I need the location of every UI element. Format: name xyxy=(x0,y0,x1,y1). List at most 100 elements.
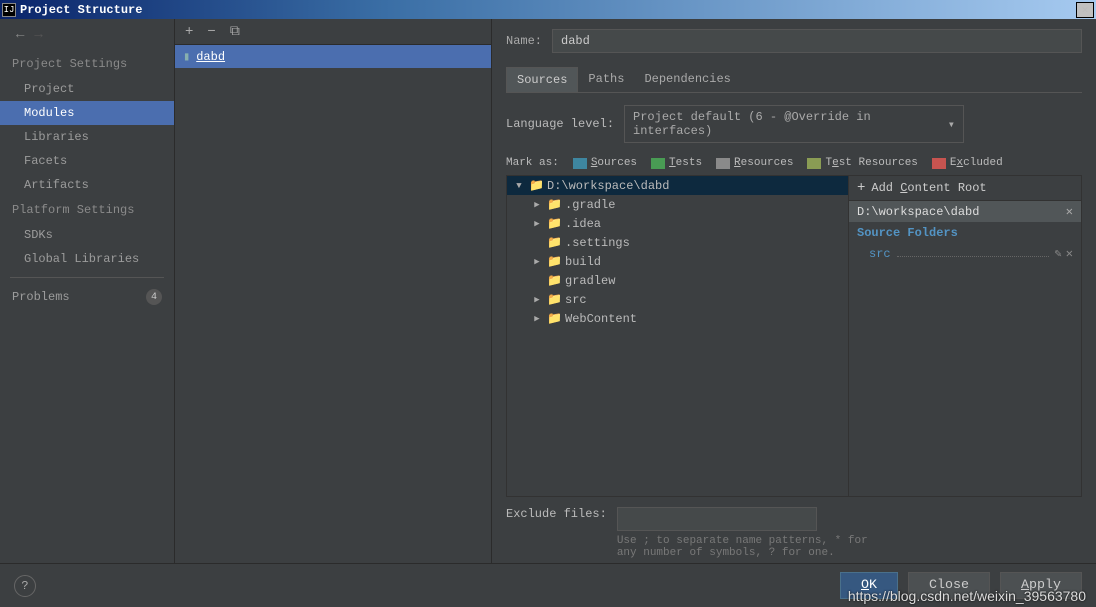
remove-icon[interactable]: − xyxy=(207,24,215,40)
apply-button[interactable]: Apply xyxy=(1000,572,1082,599)
expand-icon[interactable]: ▶ xyxy=(531,295,543,305)
tree-item-label: .settings xyxy=(565,236,630,250)
swatch-icon xyxy=(716,158,730,169)
separator xyxy=(10,277,164,278)
tree-item[interactable]: ▶📁.idea xyxy=(507,214,848,233)
sidebar-item-sdks[interactable]: SDKs xyxy=(0,223,174,247)
language-level-select[interactable]: Project default (6 - @Override in interf… xyxy=(624,105,964,143)
swatch-icon xyxy=(573,158,587,169)
exclude-files-input[interactable] xyxy=(617,507,817,531)
sidebar-item-facets[interactable]: Facets xyxy=(0,149,174,173)
tree-item[interactable]: 📁 gradlew xyxy=(507,271,848,290)
expand-icon[interactable]: ▶ xyxy=(531,257,543,267)
exclude-files-row: Exclude files: Use ; to separate name pa… xyxy=(506,507,1082,559)
exclude-files-label: Exclude files: xyxy=(506,507,607,521)
tree-item[interactable]: 📁 .settings xyxy=(507,233,848,252)
remove-icon[interactable]: ✕ xyxy=(1066,246,1073,261)
mark-test-resources[interactable]: Test Resources xyxy=(807,157,917,169)
app-icon: IJ xyxy=(2,3,16,17)
expand-icon[interactable]: ▶ xyxy=(531,219,543,229)
chevron-down-icon: ▾ xyxy=(948,117,955,132)
tree-item[interactable]: ▶📁.gradle xyxy=(507,195,848,214)
source-folders-header: Source Folders xyxy=(849,222,1081,244)
folder-icon: 📁 xyxy=(547,273,561,288)
tree-item-label: gradlew xyxy=(565,274,615,288)
mark-as-row: Mark as: Sources Tests Resources Test Re… xyxy=(506,157,1082,169)
add-content-root[interactable]: + Add Content Root xyxy=(849,176,1081,201)
sidebar-item-problems[interactable]: Problems 4 xyxy=(0,284,174,310)
mark-sources[interactable]: Sources xyxy=(573,157,637,169)
content-root-panel: + Add Content Root D:\workspace\dabd ✕ S… xyxy=(849,175,1082,497)
forward-arrow-icon[interactable]: → xyxy=(34,27,42,43)
sidebar-item-libraries[interactable]: Libraries xyxy=(0,125,174,149)
source-folder-actions: ✎ ✕ xyxy=(1055,246,1073,261)
module-tabs: Sources Paths Dependencies xyxy=(506,67,1082,93)
mark-tests[interactable]: Tests xyxy=(651,157,702,169)
cancel-button[interactable]: Close xyxy=(908,572,990,599)
folder-icon: 📁 xyxy=(547,292,561,307)
swatch-icon xyxy=(651,158,665,169)
swatch-icon xyxy=(932,158,946,169)
swatch-icon xyxy=(807,158,821,169)
add-icon[interactable]: + xyxy=(185,24,193,40)
tree-item-label: build xyxy=(565,255,601,269)
tree-item[interactable]: ▶ 📁 WebContent xyxy=(507,309,848,328)
plus-icon: + xyxy=(857,180,865,196)
expand-icon[interactable]: ▼ xyxy=(513,181,525,191)
nav-history: ← → xyxy=(0,27,174,51)
language-level-value: Project default (6 - @Override in interf… xyxy=(633,110,948,138)
exclude-files-hint: Use ; to separate name patterns, * for a… xyxy=(617,535,877,559)
tab-sources[interactable]: Sources xyxy=(506,67,578,92)
module-folder-icon: ▮ xyxy=(183,49,190,64)
folder-icon: 📁 xyxy=(529,178,543,193)
back-arrow-icon[interactable]: ← xyxy=(16,27,24,43)
name-row: Name: xyxy=(506,29,1082,53)
tree-item[interactable]: ▶📁build xyxy=(507,252,848,271)
tree-item-label: WebContent xyxy=(565,312,637,326)
section-platform-settings: Platform Settings xyxy=(0,197,174,223)
module-list-panel: + − ⧉ ▮ dabd xyxy=(175,19,492,563)
tree-root-label: D:\workspace\dabd xyxy=(547,179,669,193)
sidebar-item-modules[interactable]: Modules xyxy=(0,101,174,125)
edit-icon[interactable]: ✎ xyxy=(1055,246,1062,261)
content-root-label: D:\workspace\dabd xyxy=(857,205,979,219)
folder-tree[interactable]: ▼ 📁 D:\workspace\dabd ▶📁.gradle▶📁.idea📁.… xyxy=(506,175,849,497)
problems-count-badge: 4 xyxy=(146,289,162,305)
folder-icon: 📁 xyxy=(547,311,561,326)
name-label: Name: xyxy=(506,34,542,48)
tab-dependencies[interactable]: Dependencies xyxy=(634,67,740,92)
tree-item-label: .idea xyxy=(565,217,601,231)
tab-paths[interactable]: Paths xyxy=(578,67,634,92)
close-icon[interactable]: ✕ xyxy=(1076,2,1094,18)
module-detail-panel: Name: Sources Paths Dependencies Languag… xyxy=(492,19,1096,563)
remove-content-root-icon[interactable]: ✕ xyxy=(1066,204,1073,219)
section-project-settings: Project Settings xyxy=(0,51,174,77)
module-item-dabd[interactable]: ▮ dabd xyxy=(175,45,491,68)
mark-as-label: Mark as: xyxy=(506,157,559,169)
sidebar-item-project[interactable]: Project xyxy=(0,77,174,101)
dialog-footer: ? OK Close Apply xyxy=(0,563,1096,607)
mark-excluded[interactable]: Excluded xyxy=(932,157,1003,169)
copy-icon[interactable]: ⧉ xyxy=(230,24,240,40)
folder-icon: 📁 xyxy=(547,235,561,250)
expand-icon[interactable]: ▶ xyxy=(531,314,543,324)
language-level-row: Language level: Project default (6 - @Ov… xyxy=(506,105,1082,143)
language-level-label: Language level: xyxy=(506,117,614,131)
source-folder-item[interactable]: src ✎ ✕ xyxy=(849,244,1081,263)
content-root-path[interactable]: D:\workspace\dabd ✕ xyxy=(849,201,1081,222)
help-button[interactable]: ? xyxy=(14,575,36,597)
tree-item-label: src xyxy=(565,293,587,307)
window-title: Project Structure xyxy=(20,3,1076,17)
sidebar-item-global-libraries[interactable]: Global Libraries xyxy=(0,247,174,271)
problems-label: Problems xyxy=(12,290,70,304)
module-name-label: dabd xyxy=(196,50,225,64)
left-sidebar: ← → Project Settings Project Modules Lib… xyxy=(0,19,175,563)
name-input[interactable] xyxy=(552,29,1082,53)
sidebar-item-artifacts[interactable]: Artifacts xyxy=(0,173,174,197)
content-split: ▼ 📁 D:\workspace\dabd ▶📁.gradle▶📁.idea📁.… xyxy=(506,175,1082,497)
tree-item[interactable]: ▶ 📁 src xyxy=(507,290,848,309)
expand-icon[interactable]: ▶ xyxy=(531,200,543,210)
ok-button[interactable]: OK xyxy=(840,572,898,599)
tree-root[interactable]: ▼ 📁 D:\workspace\dabd xyxy=(507,176,848,195)
mark-resources[interactable]: Resources xyxy=(716,157,793,169)
